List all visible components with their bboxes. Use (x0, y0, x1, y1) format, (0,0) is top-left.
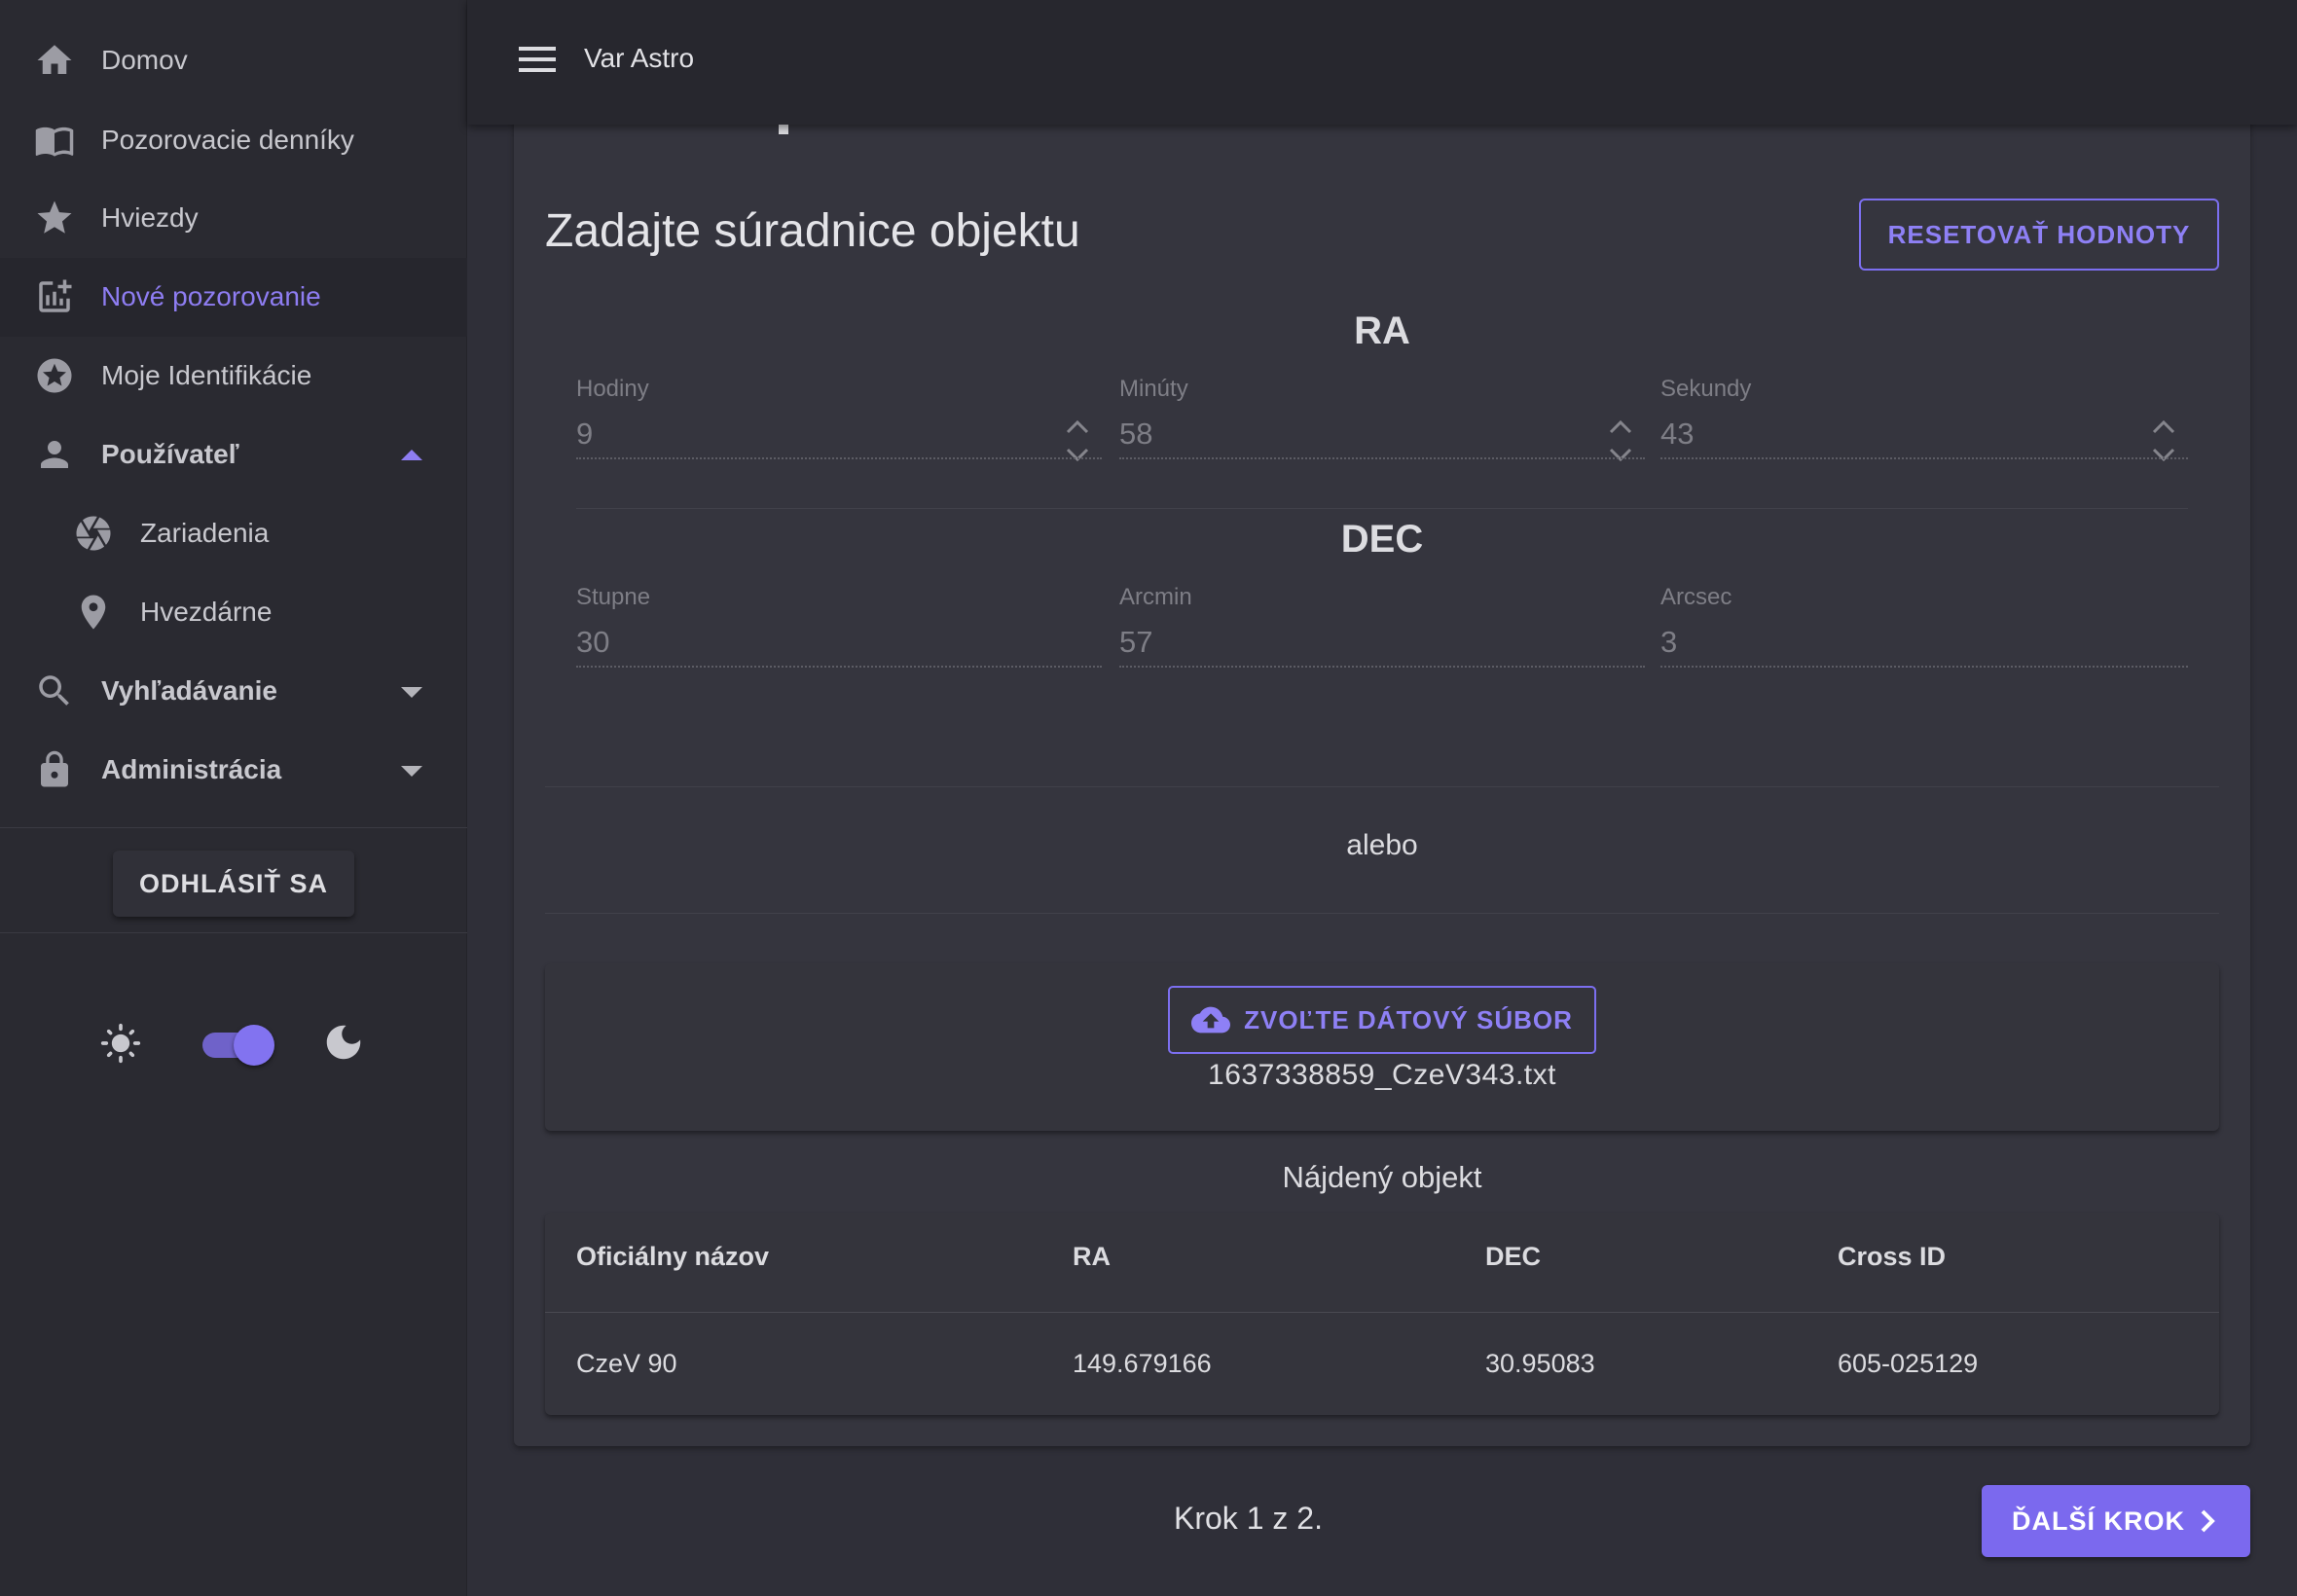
divider (0, 932, 467, 933)
stepper-arrows-icon[interactable] (1063, 413, 1092, 469)
sidebar-item-vyhladavanie[interactable]: Vyhľadávanie (0, 652, 467, 731)
logout-button[interactable]: ODHLÁSIŤ SA (113, 851, 354, 917)
field-label: Arcsec (1660, 584, 1732, 610)
field-label: Minúty (1119, 376, 1188, 402)
sidebar-item-hvezdarne[interactable]: Hvezdárne (0, 573, 467, 652)
found-object-table (545, 1213, 2219, 1415)
ra-hours-field[interactable]: Hodiny 9 (576, 376, 1102, 483)
sidebar-item-zariadenia[interactable]: Zariadenia (0, 494, 467, 573)
ra-minutes-field[interactable]: Minúty 58 (1119, 376, 1645, 483)
stepper-arrows-icon[interactable] (1606, 413, 1635, 469)
sidebar-item-label: Zariadenia (140, 518, 270, 548)
ra-heading: RA (1354, 309, 1410, 352)
sidebar-item-moje-identifikacie[interactable]: Moje Identifikácie (0, 337, 467, 416)
add-chart-icon (33, 275, 76, 318)
reset-values-button[interactable]: RESETOVAŤ HODNOTY (1859, 199, 2219, 271)
stepper-arrows-icon[interactable] (2149, 413, 2178, 469)
sidebar-item-label: Domov (101, 45, 188, 75)
app-bar (467, 0, 2297, 125)
sun-icon (99, 1022, 142, 1065)
app-title: Var Astro (584, 43, 695, 73)
table-header: RA (1073, 1242, 1111, 1271)
person-icon (33, 433, 76, 476)
dec-degrees-field[interactable]: Stupne 30 (576, 584, 1102, 691)
next-button-label: ĎALŠÍ KROK (2012, 1505, 2185, 1536)
sidebar-item-pozorovacie-denniky[interactable]: Pozorovacie denníky (0, 101, 467, 180)
table-header: Oficiálny názov (576, 1242, 770, 1271)
lock-icon (33, 748, 76, 791)
table-cell: 605-025129 (1838, 1349, 1979, 1378)
camera-shutter-icon (72, 512, 115, 555)
dec-arcsec-field[interactable]: Arcsec 3 (1660, 584, 2188, 691)
home-icon (33, 39, 76, 82)
divider (545, 1312, 2219, 1313)
divider (0, 827, 467, 828)
theme-switcher (0, 1012, 467, 1070)
selected-file-name: 1637338859_CzeV343.txt (1208, 1059, 1556, 1091)
book-icon (33, 119, 76, 162)
field-value[interactable]: 30 (576, 625, 609, 660)
dec-heading: DEC (1340, 518, 1424, 561)
sidebar-item-label: Administrácia (101, 754, 282, 784)
location-pin-icon (72, 591, 115, 634)
sidebar-item-label: Vyhľadávanie (101, 675, 277, 706)
field-value[interactable]: 57 (1119, 625, 1152, 660)
choose-data-file-button[interactable]: ZVOĽTE DÁTOVÝ SÚBOR (1168, 986, 1596, 1054)
dark-mode-toggle[interactable] (199, 1025, 274, 1066)
sidebar-item-pouzivatel[interactable]: Používateľ (0, 416, 467, 494)
dec-arcmin-field[interactable]: Arcmin 57 (1119, 584, 1645, 691)
sidebar-item-label: Hviezdy (101, 202, 199, 233)
table-cell: CzeV 90 (576, 1349, 677, 1378)
field-label: Stupne (576, 584, 651, 610)
chevron-down-icon (401, 687, 422, 698)
page-title: Zadajte súradnice objektu (545, 205, 1080, 257)
sidebar-item-label: Nové pozorovanie (101, 281, 321, 311)
sidebar-item-label: Moje Identifikácie (101, 360, 312, 390)
table-cell: 149.679166 (1073, 1349, 1212, 1378)
table-header: DEC (1485, 1242, 1542, 1271)
divider (545, 786, 2219, 787)
moon-icon (321, 1020, 366, 1065)
sidebar-item-label: Používateľ (101, 439, 239, 469)
sidebar-item-nove-pozorovanie[interactable]: Nové pozorovanie (0, 258, 467, 337)
field-value[interactable]: 9 (576, 417, 593, 452)
field-value[interactable]: 3 (1660, 625, 1677, 660)
sidebar-item-label: Hvezdárne (140, 597, 273, 627)
table-cell: 30.95083 (1485, 1349, 1595, 1378)
cloud-upload-icon (1191, 1006, 1231, 1034)
field-label: Hodiny (576, 376, 649, 402)
chevron-up-icon (401, 450, 422, 460)
step-indicator: Krok 1 z 2. (1174, 1501, 1323, 1536)
sidebar-item-hviezdy[interactable]: Hviezdy (0, 179, 467, 258)
or-separator: alebo (1346, 829, 1418, 861)
sidebar-item-domov[interactable]: Domov (0, 21, 467, 100)
sidebar: Domov Pozorovacie denníky Hviezdy Nové p… (0, 0, 467, 1596)
divider (545, 913, 2219, 914)
field-label: Sekundy (1660, 376, 1752, 402)
sidebar-item-administracia[interactable]: Administrácia (0, 731, 467, 810)
field-label: Arcmin (1119, 584, 1192, 610)
search-icon (33, 670, 76, 712)
next-step-button[interactable]: ĎALŠÍ KROK (1982, 1485, 2250, 1557)
toggle-thumb (234, 1025, 274, 1066)
divider (576, 508, 2188, 509)
field-value[interactable]: 43 (1660, 417, 1694, 452)
upload-button-label: ZVOĽTE DÁTOVÝ SÚBOR (1244, 1004, 1573, 1034)
menu-icon[interactable] (516, 43, 559, 80)
ra-seconds-field[interactable]: Sekundy 43 (1660, 376, 2188, 483)
chevron-down-icon (401, 766, 422, 777)
sidebar-item-label: Pozorovacie denníky (101, 125, 354, 155)
stars-badge-icon (33, 354, 76, 397)
found-object-title: Nájdený objekt (1282, 1160, 1482, 1194)
field-value[interactable]: 58 (1119, 417, 1152, 452)
table-header: Cross ID (1838, 1242, 1947, 1271)
star-icon (33, 197, 76, 239)
chevron-right-icon (2201, 1509, 2215, 1533)
